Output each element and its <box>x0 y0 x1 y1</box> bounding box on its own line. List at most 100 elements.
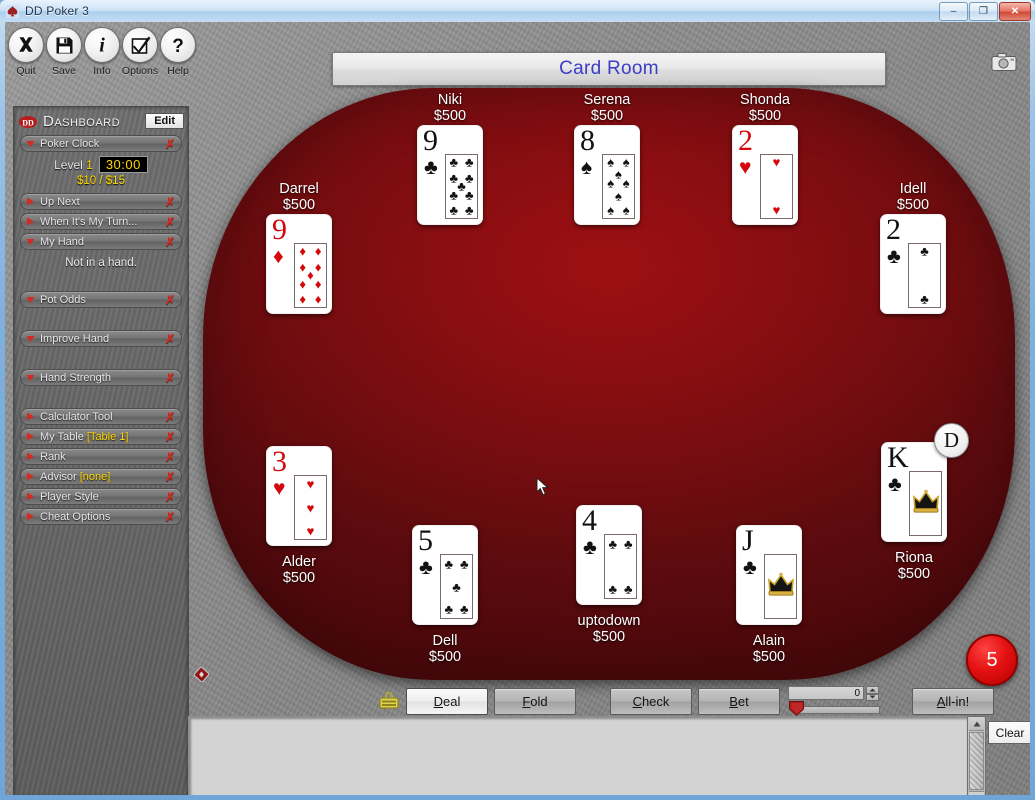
bet-slider-knob[interactable] <box>788 700 805 717</box>
scroll-thumb[interactable] <box>969 732 984 790</box>
card-pips: ♦ ♦ ♦ ♦ ♦ ♦ ♦ ♦ ♦ <box>294 242 327 308</box>
section-label: Cheat Options <box>40 510 111 523</box>
seat-serena[interactable]: Serena $500 8 ♠ ♠ ♠ ♠ ♠ ♠ ♠ ♠ ♠ <box>565 92 649 230</box>
seat-idell[interactable]: Idell $500 2 ♣ ♣ ♣ <box>871 181 955 319</box>
dashboard-section-my-table[interactable]: My Table [Table 1] ✗ <box>20 428 182 445</box>
button-label: Check <box>632 693 670 709</box>
poker-clock-row: Level 1 30:00 <box>14 156 188 173</box>
dashboard-section-advisor[interactable]: Advisor [none] ✗ <box>20 468 182 485</box>
player-name: Serena <box>583 92 631 108</box>
player-card: 9 ♣ ♣ ♣ ♣ ♣ ♣ ♣ ♣ ♣ ♣ <box>417 124 483 225</box>
player-card: 9 ♦ ♦ ♦ ♦ ♦ ♦ ♦ ♦ ♦ ♦ <box>266 213 332 314</box>
chevron-right-icon <box>26 452 35 461</box>
close-section-icon[interactable]: ✗ <box>165 411 175 423</box>
scroll-up-icon[interactable] <box>969 717 984 731</box>
seat-niki[interactable]: Niki $500 9 ♣ ♣ ♣ ♣ ♣ ♣ ♣ ♣ ♣ ♣ <box>408 92 492 230</box>
close-button[interactable]: ✕ <box>999 2 1031 21</box>
seat-dell[interactable]: 5 ♣ ♣ ♣ ♣ ♣ ♣ Dell $500 <box>403 525 487 666</box>
toolbar-button-options[interactable]: Options <box>122 27 158 77</box>
player-chips: $500 <box>748 108 782 125</box>
close-section-icon[interactable]: ✗ <box>165 372 175 384</box>
toolbar-button-info[interactable]: i Info <box>84 27 120 77</box>
dashboard-section-my-hand[interactable]: My Hand ✗ <box>20 233 182 250</box>
close-section-icon[interactable]: ✗ <box>165 511 175 523</box>
toolbar-label: Info <box>93 65 111 77</box>
floppy-disk-icon <box>46 27 82 63</box>
toolbar-button-help[interactable]: ? Help <box>160 27 196 77</box>
toolbar-button-quit[interactable]: Quit <box>8 27 44 77</box>
bet-amount-stepper[interactable] <box>866 686 879 701</box>
chevron-down-icon <box>26 374 35 382</box>
close-section-icon[interactable]: ✗ <box>165 236 175 248</box>
check-button[interactable]: Check <box>610 687 692 715</box>
dashboard-section-rank[interactable]: Rank ✗ <box>20 448 182 465</box>
clear-chat-button[interactable]: Clear <box>988 721 1030 744</box>
dashboard-section-pot-odds[interactable]: Pot Odds ✗ <box>20 291 182 308</box>
all-in-button[interactable]: All-in! <box>912 687 994 715</box>
deal-button[interactable]: Deal <box>406 687 488 715</box>
card-pips: ♣ ♣ <box>908 242 941 308</box>
chevron-right-icon <box>26 492 35 501</box>
seat-shonda[interactable]: Shonda $500 2 ♥ ♥ ♥ <box>723 92 807 230</box>
camera-icon[interactable] <box>991 52 1017 72</box>
close-section-icon[interactable]: ✗ <box>165 333 175 345</box>
close-section-icon[interactable]: ✗ <box>165 431 175 443</box>
player-name: uptodown <box>577 613 641 629</box>
clock-timer: 30:00 <box>98 156 148 173</box>
close-section-icon[interactable]: ✗ <box>165 471 175 483</box>
toolbar-button-save[interactable]: Save <box>46 27 82 77</box>
stepper-down-icon[interactable] <box>866 693 879 701</box>
bet-amount-input[interactable]: 0 <box>788 686 864 700</box>
player-name: Darrel <box>279 181 319 197</box>
close-section-icon[interactable]: ✗ <box>165 491 175 503</box>
scroll-down-icon[interactable] <box>969 791 984 795</box>
maximize-button[interactable]: ❐ <box>969 2 998 21</box>
dashboard-section-improve-hand[interactable]: Improve Hand ✗ <box>20 330 182 347</box>
fold-button[interactable]: Fold <box>494 687 576 715</box>
player-name: Idell <box>899 181 927 197</box>
bet-button[interactable]: Bet <box>698 687 780 715</box>
application-window: DD Poker 3 – ❐ ✕ Quit Save i Info Option… <box>0 0 1035 800</box>
dashboard-section-up-next[interactable]: Up Next ✗ <box>20 193 182 210</box>
section-label: When It's My Turn... <box>40 215 138 228</box>
stepper-up-icon[interactable] <box>866 686 879 694</box>
card-pips: ♥ ♥ ♥ <box>294 475 327 540</box>
dashboard-section-hand-strength[interactable]: Hand Strength ✗ <box>20 369 182 386</box>
observer-count-badge[interactable]: 5 <box>966 634 1018 686</box>
close-section-icon[interactable]: ✗ <box>165 196 175 208</box>
button-label: Deal <box>433 693 461 709</box>
hearts-icon: ♥ <box>273 477 286 500</box>
section-label: Advisor [none] <box>40 471 165 483</box>
close-section-icon[interactable]: ✗ <box>165 138 175 150</box>
player-card: J ♣ <box>736 525 802 625</box>
bet-amount-control[interactable]: 0 <box>788 686 880 717</box>
poker-chip-icon <box>378 690 400 712</box>
seat-uptodown[interactable]: 4 ♣ ♣ ♣ ♣ ♣ uptodown $500 <box>565 505 653 646</box>
dashboard-edit-button[interactable]: Edit <box>145 113 184 129</box>
section-label: Poker Clock <box>40 137 100 150</box>
seat-alain[interactable]: J ♣ Alain $500 <box>727 525 811 666</box>
dashboard-section-when-its-my-turn[interactable]: When It's My Turn... ✗ <box>20 213 182 230</box>
player-name: Alder <box>282 554 316 570</box>
close-section-icon[interactable]: ✗ <box>165 216 175 228</box>
svg-text:DD: DD <box>22 118 34 127</box>
seat-riona[interactable]: K ♣ Riona $500 <box>872 442 956 583</box>
close-section-icon[interactable]: ✗ <box>165 451 175 463</box>
dashboard-section-cheat-options[interactable]: Cheat Options ✗ <box>20 508 182 525</box>
minimize-button[interactable]: – <box>939 2 968 21</box>
clubs-icon: ♣ <box>887 244 901 268</box>
player-card: 4 ♣ ♣ ♣ ♣ ♣ <box>576 505 642 605</box>
dashboard-section-poker-clock[interactable]: Poker Clock ✗ <box>20 135 182 152</box>
close-section-icon[interactable]: ✗ <box>165 294 175 306</box>
card-pips: ♥ ♥ <box>760 153 793 219</box>
chat-scrollbar[interactable] <box>967 716 986 795</box>
chat-log[interactable] <box>188 716 969 795</box>
dashboard-section-calculator-tool[interactable]: Calculator Tool ✗ <box>20 408 182 425</box>
seat-darrel[interactable]: Darrel $500 9 ♦ ♦ ♦ ♦ ♦ ♦ ♦ ♦ ♦ ♦ <box>257 181 341 319</box>
bet-slider-track[interactable] <box>796 706 880 714</box>
dashboard-section-player-style[interactable]: Player Style ✗ <box>20 488 182 505</box>
section-label: Player Style <box>40 490 99 503</box>
seat-alder[interactable]: 3 ♥ ♥ ♥ ♥ Alder $500 <box>257 446 341 587</box>
